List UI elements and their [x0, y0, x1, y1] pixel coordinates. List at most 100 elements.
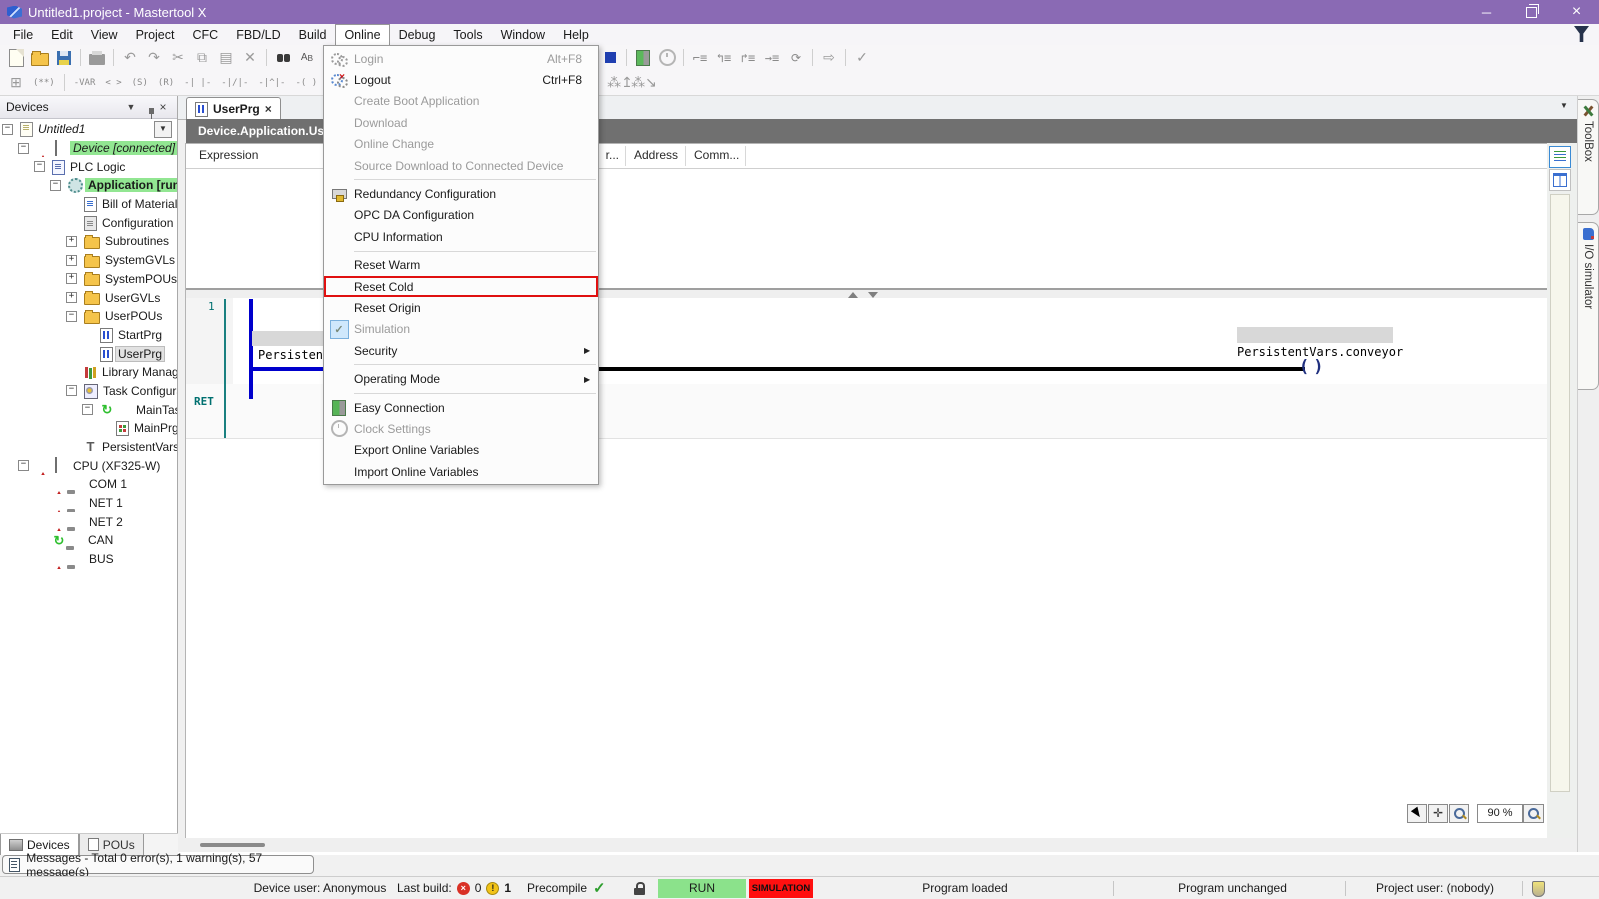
paste-button[interactable]: ▤ [214, 47, 238, 68]
return-label[interactable]: RET [194, 395, 214, 408]
column-comment[interactable]: Comm... [694, 148, 739, 162]
scrollbar-thumb[interactable] [200, 843, 265, 847]
menu-item-easy-connection[interactable]: Easy Connection [324, 397, 598, 418]
close-button[interactable]: × [1554, 0, 1599, 24]
menu-item-online-change[interactable]: Online Change [324, 134, 598, 155]
insert-brackets-button[interactable]: < > [100, 76, 126, 90]
new-project-button[interactable] [4, 47, 28, 68]
menu-item-simulation[interactable]: ✓ Simulation [324, 319, 598, 340]
vertical-scrollbar[interactable] [1550, 194, 1570, 792]
menu-help[interactable]: Help [554, 24, 598, 45]
print-button[interactable] [85, 47, 109, 68]
next-statement-button[interactable]: ⇨ [817, 47, 841, 68]
easy-connection-button[interactable] [631, 47, 655, 68]
insert-comment-button[interactable]: (**) [28, 76, 60, 90]
menu-fbdld[interactable]: FBD/LD [227, 24, 289, 45]
tree-combo-button[interactable]: ▼ [154, 121, 172, 138]
menu-online[interactable]: Online [335, 24, 389, 45]
menu-item-login[interactable]: Login Alt+F8 [324, 48, 598, 69]
insert-coil-button[interactable]: -( ) [290, 76, 322, 90]
build-button[interactable] [598, 47, 622, 68]
tree-item-device[interactable]: − Device [connected] [0, 139, 177, 158]
tab-io-simulator[interactable]: I/O simulator [1578, 222, 1599, 390]
expand-plus-icon[interactable]: + [66, 292, 84, 303]
editor-tab-userprg[interactable]: UserPrg × [186, 97, 281, 120]
zoom-fit-button[interactable] [1523, 804, 1544, 823]
expand-plus-icon[interactable]: + [66, 273, 84, 284]
expand-plus-icon[interactable]: + [66, 236, 84, 247]
single-cycle-button[interactable]: ⟳ [784, 47, 808, 68]
find-button[interactable] [271, 47, 295, 68]
menu-item-reset-origin[interactable]: Reset Origin [324, 297, 598, 318]
rung-number[interactable]: 1 [208, 300, 215, 313]
coil-symbol[interactable]: () [1299, 357, 1324, 377]
menu-item-redundancy-configuration[interactable]: Redundancy Configuration [324, 183, 598, 204]
tab-close-icon[interactable]: × [265, 102, 272, 116]
menu-debug[interactable]: Debug [390, 24, 445, 45]
expand-plus-icon[interactable]: + [66, 255, 84, 266]
column-separator[interactable] [745, 146, 746, 166]
menu-item-download[interactable]: Download [324, 112, 598, 133]
tree-item-cpu[interactable]: − CPU (XF325-W) [0, 456, 177, 475]
zoom-tool-button[interactable] [1449, 804, 1469, 823]
declaration-tabular-view-button[interactable] [1549, 169, 1571, 191]
pan-tool-button[interactable]: ✛ [1428, 804, 1448, 823]
menu-edit[interactable]: Edit [42, 24, 82, 45]
column-separator[interactable] [625, 146, 626, 166]
select-tool-button[interactable] [1407, 804, 1427, 823]
tree-item-task-configuration[interactable]: − Task Configuration [0, 382, 177, 401]
menu-window[interactable]: Window [492, 24, 554, 45]
menu-build[interactable]: Build [290, 24, 336, 45]
expand-minus-icon[interactable]: − [66, 385, 84, 396]
declaration-textual-view-button[interactable] [1549, 146, 1571, 168]
run-to-cursor-button[interactable]: →≡ [760, 47, 784, 68]
insert-network-above-button[interactable]: ⁂↥ [608, 72, 632, 93]
tree-item-persistentvars[interactable]: T PersistentVars [0, 438, 177, 457]
expand-minus-icon[interactable]: − [82, 404, 100, 415]
panel-menu-chevron-icon[interactable]: ▼ [123, 102, 139, 112]
coil-value-box[interactable] [1237, 327, 1393, 343]
menu-item-import-online-variables[interactable]: Import Online Variables [324, 461, 598, 482]
tree-item-subroutines[interactable]: + Subroutines [0, 232, 177, 251]
menu-project[interactable]: Project [127, 24, 184, 45]
tree-item-application[interactable]: − Application [run] [0, 176, 177, 195]
insert-network-icon[interactable]: ⊞ [4, 72, 28, 93]
tree-item-maintask[interactable]: − ↻ MainTask [0, 400, 177, 419]
tree-item-systemgvls[interactable]: + SystemGVLs [0, 251, 177, 270]
filter-funnel-icon[interactable] [1574, 26, 1589, 42]
column-separator[interactable] [685, 146, 686, 166]
insert-reset-coil-button[interactable]: (R) [153, 76, 179, 90]
expand-minus-icon[interactable]: − [50, 180, 68, 191]
tree-item-can[interactable]: ↻ CAN [0, 531, 177, 550]
panel-close-icon[interactable]: × [155, 100, 171, 114]
insert-rising-contact-button[interactable]: -|^|- [253, 76, 290, 90]
menu-item-create-boot-application[interactable]: Create Boot Application [324, 91, 598, 112]
copy-button[interactable]: ⧉ [190, 47, 214, 68]
menu-tools[interactable]: Tools [444, 24, 491, 45]
menu-item-reset-cold[interactable]: Reset Cold [324, 276, 598, 297]
contact-variable-label[interactable]: Persistent [258, 348, 330, 362]
clock-settings-button[interactable] [655, 47, 679, 68]
restore-button[interactable] [1509, 0, 1554, 24]
menu-item-source-download[interactable]: Source Download to Connected Device [324, 155, 598, 176]
save-button[interactable] [52, 47, 76, 68]
tree-item-usergvls[interactable]: + UserGVLs [0, 288, 177, 307]
tree-item-systempous[interactable]: + SystemPOUs [0, 270, 177, 289]
insert-element-button[interactable]: ⁂↘ [632, 72, 656, 93]
tab-toolbox[interactable]: ToolBox [1578, 99, 1599, 215]
tree-item-userprg[interactable]: UserPrg [0, 344, 177, 363]
horizontal-scrollbar[interactable] [178, 838, 1577, 852]
tree-item-startprg[interactable]: StartPrg [0, 326, 177, 345]
tree-item-userpous[interactable]: − UserPOUs [0, 307, 177, 326]
cut-button[interactable]: ✂ [166, 47, 190, 68]
menu-item-cpu-information[interactable]: CPU Information [324, 226, 598, 247]
tree-item-configuration[interactable]: Configuration [0, 213, 177, 232]
open-project-button[interactable] [28, 47, 52, 68]
menu-item-export-online-variables[interactable]: Export Online Variables [324, 440, 598, 461]
undo-button[interactable]: ↶ [118, 47, 142, 68]
minimize-button[interactable]: ─ [1464, 0, 1509, 24]
menu-item-logout[interactable]: × Logout Ctrl+F8 [324, 69, 598, 90]
delete-button[interactable]: ✕ [238, 47, 262, 68]
tab-list-chevron-icon[interactable]: ▼ [1556, 101, 1572, 115]
zoom-level[interactable]: 90 % [1477, 804, 1523, 823]
